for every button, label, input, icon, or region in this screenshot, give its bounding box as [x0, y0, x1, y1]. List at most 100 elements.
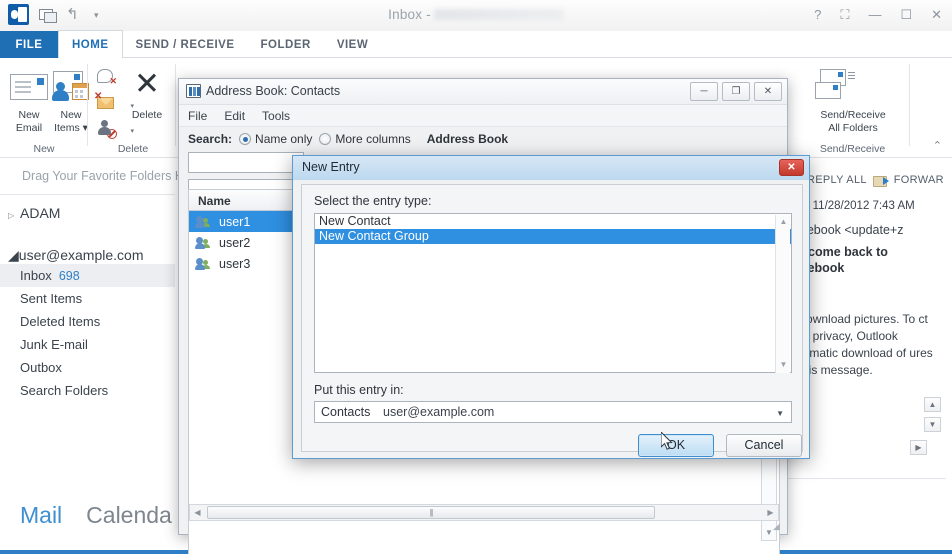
new-items-label-2: Items ▾	[54, 121, 88, 134]
list-item-label: user2	[219, 235, 251, 250]
menu-tools[interactable]: Tools	[262, 109, 290, 123]
address-book-menubar: File Edit Tools	[179, 105, 787, 127]
sidebar-item-inbox[interactable]: Inbox 698	[0, 264, 175, 287]
mouse-cursor	[661, 432, 673, 450]
entry-type-scrollbar[interactable]: ▲ ▼	[775, 215, 790, 373]
reading-pane: REPLY ALL FORWAR Wed 11/28/2012 7:43 AM …	[786, 159, 952, 491]
entry-type-list[interactable]: New Contact New Contact Group ▲ ▼	[314, 213, 792, 373]
radio-more-columns-label[interactable]: More columns	[335, 132, 410, 146]
minimize-button[interactable]: —	[868, 8, 881, 22]
maximize-button[interactable]: ☐	[900, 8, 912, 22]
address-book-search-input[interactable]	[188, 152, 304, 173]
cleanup-icon	[97, 120, 117, 139]
tab-file[interactable]: FILE	[0, 31, 58, 58]
scroll-down-button[interactable]: ▼	[924, 417, 941, 432]
tab-view[interactable]: VIEW	[324, 31, 381, 58]
favorites-hint: Drag Your Favorite Folders H	[22, 169, 184, 183]
cancel-button[interactable]: Cancel	[726, 434, 802, 457]
search-label: Search:	[188, 132, 233, 146]
sidebar-item-sent-items[interactable]: Sent Items	[0, 287, 175, 310]
new-entry-close-button[interactable]: ✕	[779, 159, 804, 176]
scroll-up-button[interactable]: ▲	[924, 397, 941, 412]
radio-more-columns[interactable]	[319, 133, 332, 145]
sidebar-item-label: Inbox	[20, 268, 52, 283]
ok-button[interactable]: OK	[638, 434, 714, 457]
tab-folder[interactable]: FOLDER	[248, 31, 324, 58]
tab-send-receive[interactable]: SEND / RECEIVE	[123, 31, 248, 58]
list-item-label: user3	[219, 256, 251, 271]
nav-root-adam[interactable]: ▷ ADAM	[0, 195, 175, 221]
cleanup-caret-icon[interactable]: ▾	[130, 127, 134, 135]
put-this-entry-in-label: Put this entry in:	[314, 383, 404, 397]
sidebar-item-outbox[interactable]: Outbox	[0, 356, 175, 379]
scroll-down-button[interactable]: ▼	[776, 359, 791, 372]
send-receive-all-icon	[801, 64, 905, 106]
address-book-horizontal-scrollbar[interactable]: ◀ ▶	[189, 504, 779, 521]
sidebar-item-label: Sent Items	[20, 291, 83, 306]
help-icon[interactable]: ?	[814, 8, 821, 22]
chevron-down-icon[interactable]: ▼	[776, 409, 784, 418]
reading-pane-actions: REPLY ALL FORWAR	[786, 169, 952, 191]
radio-name-only[interactable]	[239, 133, 252, 145]
divider	[786, 478, 946, 479]
address-book-window-controls: ─ ❐ ✕	[690, 82, 782, 101]
chevron-down-icon[interactable]: ◢	[8, 247, 19, 263]
scroll-up-button[interactable]: ▲	[776, 216, 791, 229]
ribbon-group-new: New Email New Items ▾ New	[0, 58, 89, 158]
window-title: Inbox -	[0, 7, 952, 22]
forward-icon[interactable]	[872, 174, 889, 187]
nav-account[interactable]: ◢user@example.com	[0, 247, 175, 264]
ribbon-group-new-label: New	[33, 143, 55, 155]
send-receive-label-1: Send/Receive	[820, 109, 886, 121]
list-item-label: user1	[219, 214, 251, 229]
entry-type-option-new-contact[interactable]: New Contact	[315, 214, 791, 229]
module-calendar[interactable]: Calenda	[86, 502, 172, 529]
entry-type-label: Select the entry type:	[314, 194, 432, 208]
ribbon-group-send-receive: Send/Receive All Folders Send/Receive	[795, 58, 910, 158]
new-entry-title-bar[interactable]: New Entry ✕	[293, 156, 809, 180]
entry-type-option-new-contact-group[interactable]: New Contact Group	[315, 229, 791, 244]
scroll-right-button[interactable]: ▶	[763, 505, 778, 520]
resize-grip-icon[interactable]: ◢	[773, 521, 785, 533]
close-button[interactable]: ✕	[931, 8, 942, 22]
put-in-value: Contacts	[321, 405, 371, 419]
ribbon-separator	[175, 64, 176, 146]
window-controls: ? ⛶ — ☐ ✕	[814, 8, 942, 22]
tab-home[interactable]: HOME	[58, 30, 123, 58]
new-email-label-2: Email	[15, 121, 43, 134]
menu-edit[interactable]: Edit	[224, 109, 245, 123]
sidebar-item-search-folders[interactable]: Search Folders	[0, 379, 175, 402]
new-entry-body: Select the entry type: New Contact New C…	[301, 184, 803, 457]
scrollbar-thumb[interactable]	[207, 506, 655, 519]
send-receive-all-folders-button[interactable]: Send/Receive All Folders	[801, 64, 905, 134]
new-items-label-1: New	[60, 109, 82, 121]
sidebar-item-label: Junk E-mail	[20, 337, 88, 352]
sidebar-item-junk-email[interactable]: Junk E-mail	[0, 333, 175, 356]
scroll-left-button[interactable]: ◀	[190, 505, 205, 520]
ignore-icon	[97, 69, 117, 87]
ribbon-group-delete: ▾ ▾ ✕ Delete Delete	[90, 58, 176, 158]
scroll-right-button[interactable]: ▶	[910, 440, 927, 455]
ribbon-display-options-icon[interactable]: ⛶	[840, 8, 849, 22]
address-book-restore-button[interactable]: ❐	[722, 82, 750, 101]
window-title-text: Inbox -	[388, 7, 431, 22]
forward-label[interactable]: FORWAR	[894, 174, 944, 186]
module-mail[interactable]: Mail	[20, 502, 62, 529]
delete-button[interactable]: ✕ Delete	[120, 64, 174, 122]
ribbon-group-delete-label: Delete	[117, 143, 149, 155]
send-receive-label-2: All Folders	[828, 121, 878, 134]
menu-file[interactable]: File	[188, 109, 207, 123]
address-book-minimize-button[interactable]: ─	[690, 82, 718, 101]
contact-group-icon	[195, 236, 211, 249]
reply-all-label[interactable]: REPLY ALL	[807, 174, 867, 186]
ribbon-separator	[909, 64, 910, 146]
radio-name-only-label[interactable]: Name only	[255, 132, 312, 146]
ribbon-tabstrip: FILE HOME SEND / RECEIVE FOLDER VIEW	[0, 30, 952, 58]
nav-root-label: ADAM	[20, 205, 61, 221]
address-book-close-button[interactable]: ✕	[754, 82, 782, 101]
sidebar-item-deleted-items[interactable]: Deleted Items	[0, 310, 175, 333]
put-this-entry-in-dropdown[interactable]: Contacts user@example.com ▼	[314, 401, 792, 423]
address-book-title-bar[interactable]: Address Book: Contacts ─ ❐ ✕	[179, 79, 787, 105]
collapse-ribbon-icon[interactable]: ⌃	[933, 139, 942, 152]
chevron-right-icon[interactable]: ▷	[8, 211, 20, 220]
